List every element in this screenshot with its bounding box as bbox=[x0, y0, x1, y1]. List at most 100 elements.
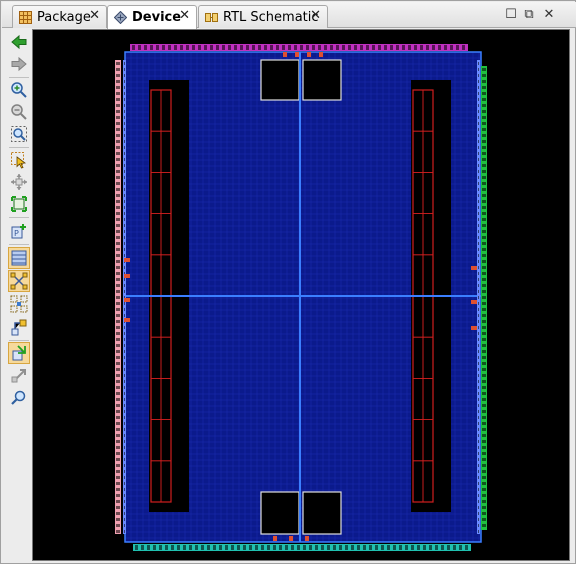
io-pins-inner-left-pin bbox=[124, 248, 125, 251]
zoom-out-button[interactable] bbox=[8, 101, 30, 123]
close-icon[interactable]: ✕ bbox=[179, 8, 190, 23]
io-pins-inner-left-pin bbox=[124, 338, 125, 341]
io-pins-inner-left-pin bbox=[124, 386, 125, 389]
zoom-to-selection-icon bbox=[11, 174, 27, 190]
io-bank-right-pin bbox=[482, 458, 486, 461]
io-bank-right-pin bbox=[482, 416, 486, 419]
io-pins-inner-left-pin bbox=[124, 530, 125, 533]
io-bank-right-pin bbox=[482, 86, 486, 89]
io-pins-inner-left-pin bbox=[124, 416, 125, 419]
routing-resources-button[interactable] bbox=[8, 270, 30, 292]
io-bank-left-pin bbox=[116, 242, 120, 245]
io-pins-inner-left-pin bbox=[124, 110, 125, 113]
close-icon[interactable]: ✕ bbox=[89, 8, 100, 23]
zoom-in-button[interactable] bbox=[8, 79, 30, 101]
io-bank-bottom-pin bbox=[411, 545, 414, 550]
io-bank-top-pin bbox=[318, 45, 321, 50]
io-pins-inner-left-pin bbox=[124, 98, 125, 101]
io-bank-top-pin bbox=[132, 45, 135, 50]
io-bank-left-pin bbox=[116, 344, 120, 347]
io-bank-right-pin bbox=[482, 68, 486, 71]
restore-icon[interactable]: ☐ bbox=[504, 8, 518, 22]
io-bank-right-pin bbox=[482, 254, 486, 257]
io-pins-inner-right-pin bbox=[478, 392, 479, 395]
io-pins-inner-right-pin bbox=[478, 404, 479, 407]
io-bank-bottom-pin bbox=[429, 545, 432, 550]
io-pins-inner-right-pin bbox=[478, 356, 479, 359]
device-canvas[interactable] bbox=[32, 29, 570, 561]
tab-device[interactable]: Device ✕ bbox=[107, 5, 197, 29]
io-pins-inner-left-pin bbox=[124, 476, 125, 479]
select-area-icon bbox=[11, 152, 27, 169]
io-pins-inner-left-pin bbox=[124, 332, 125, 335]
io-bank-bottom-pin bbox=[447, 545, 450, 550]
io-bank-left-pin bbox=[116, 176, 120, 179]
io-bank-top-pin bbox=[366, 45, 369, 50]
io-bank-left-pin bbox=[116, 212, 120, 215]
io-bank-right-pin bbox=[482, 152, 486, 155]
show-cell-connections-button[interactable] bbox=[8, 342, 30, 364]
back-button[interactable] bbox=[8, 31, 30, 53]
io-bank-right-pin bbox=[482, 446, 486, 449]
zoom-fit-button[interactable] bbox=[8, 123, 30, 145]
toolbar-separator bbox=[9, 244, 29, 245]
io-bank-bottom-pin bbox=[405, 545, 408, 550]
show-nets-icon bbox=[11, 319, 27, 336]
io-bank-left-pin bbox=[116, 338, 120, 341]
io-pins-inner-left-pin bbox=[124, 518, 125, 521]
create-pblock-button[interactable]: P bbox=[8, 220, 30, 242]
io-pins-inner-right-pin bbox=[478, 428, 479, 431]
io-bank-left-pin bbox=[116, 410, 120, 413]
device-floorplan[interactable] bbox=[33, 30, 570, 561]
tab-rtl-schematic[interactable]: RTL Schematic ✕ bbox=[198, 5, 328, 28]
io-pins-inner-left-pin bbox=[124, 512, 125, 515]
zoom-to-selection-button[interactable] bbox=[8, 171, 30, 193]
io-pins-inner-right-pin bbox=[478, 446, 479, 449]
io-bank-bottom-pin bbox=[201, 545, 204, 550]
io-pins-inner-right-pin bbox=[478, 278, 479, 281]
io-pins-inner-right-pin bbox=[478, 332, 479, 335]
show-io-bank-button[interactable] bbox=[8, 247, 30, 269]
io-bank-left-pin bbox=[116, 206, 120, 209]
io-bank-left-pin bbox=[116, 134, 120, 137]
show-clock-regions-button[interactable] bbox=[8, 293, 30, 315]
io-pins-inner-left-pin bbox=[124, 230, 125, 233]
tab-package[interactable]: Package ✕ bbox=[12, 5, 107, 28]
io-pins-inner-right-pin bbox=[478, 470, 479, 473]
search-pin-button[interactable] bbox=[8, 387, 30, 409]
io-bank-left-pin bbox=[116, 452, 120, 455]
toolbar-separator bbox=[9, 147, 29, 148]
io-bank-left-pin bbox=[116, 188, 120, 191]
io-bank-bottom-pin bbox=[399, 545, 402, 550]
show-nets-button[interactable] bbox=[8, 316, 30, 338]
io-bank-top-pin bbox=[276, 45, 279, 50]
close-icon[interactable]: ✕ bbox=[310, 8, 321, 23]
io-pins-inner-left-pin bbox=[124, 116, 125, 119]
io-bank-top-pin bbox=[450, 45, 453, 50]
unplace-button[interactable] bbox=[8, 365, 30, 387]
io-bank-left-pin bbox=[116, 440, 120, 443]
io-bank-bottom-pin bbox=[285, 545, 288, 550]
io-bank-right-pin bbox=[482, 224, 486, 227]
io-bank-left-pin bbox=[116, 224, 120, 227]
io-bank-top-pin bbox=[444, 45, 447, 50]
autofit-selection-button[interactable] bbox=[8, 193, 30, 215]
forward-button[interactable] bbox=[8, 53, 30, 75]
bottom-block-right bbox=[302, 491, 342, 535]
io-bank-top-pin bbox=[186, 45, 189, 50]
io-pins-inner-right-pin bbox=[478, 314, 479, 317]
io-pins-inner-left-pin bbox=[124, 344, 125, 347]
io-bank-top-pin bbox=[252, 45, 255, 50]
close-window-icon[interactable]: ✕ bbox=[542, 8, 556, 22]
io-bank-top-pin bbox=[240, 45, 243, 50]
io-bank-left-pin bbox=[116, 404, 120, 407]
maximize-icon[interactable]: ⧉ bbox=[522, 8, 536, 22]
select-area-button[interactable] bbox=[8, 149, 30, 171]
io-bank-top-pin bbox=[336, 45, 339, 50]
io-pins-inner-right-pin bbox=[478, 164, 479, 167]
clock-pin-marker bbox=[124, 258, 130, 262]
io-pins-inner-left-pin bbox=[124, 254, 125, 257]
io-bank-left-pin bbox=[116, 398, 120, 401]
io-bank-left-pin bbox=[116, 494, 120, 497]
io-pins-inner-left-pin bbox=[124, 236, 125, 239]
